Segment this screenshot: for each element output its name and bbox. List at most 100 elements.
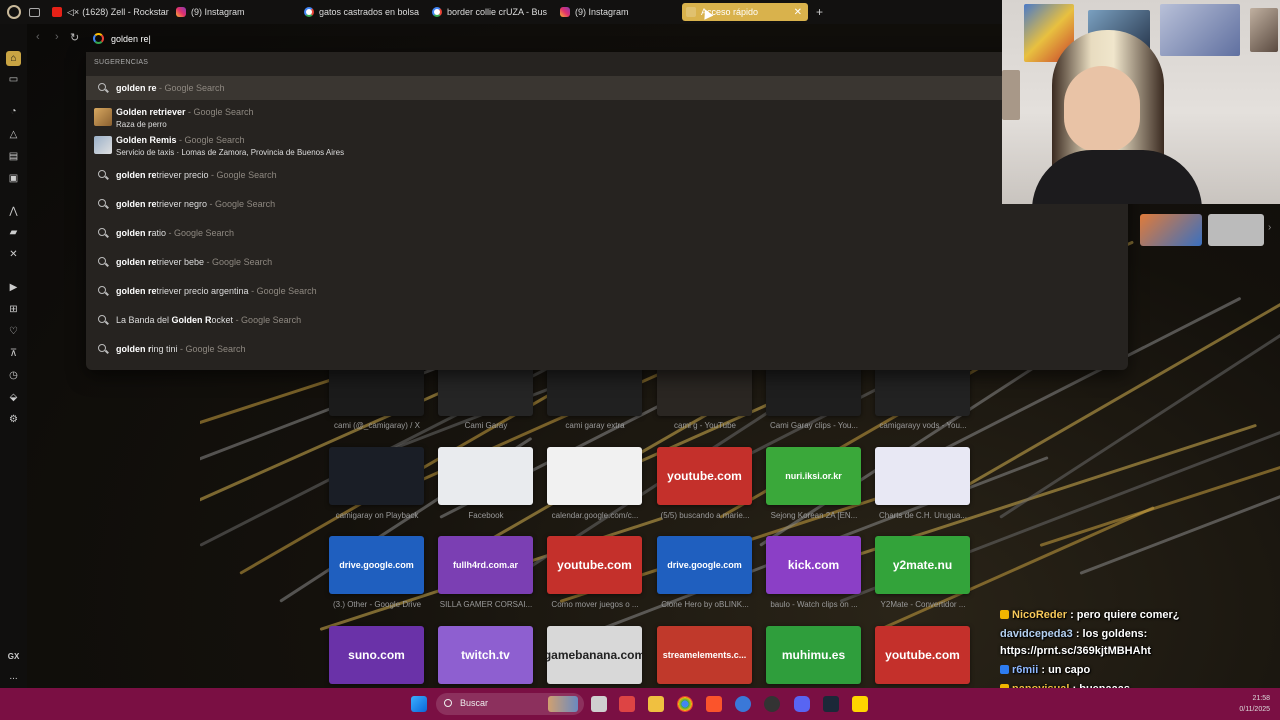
tile-label[interactable]: (5/5) buscando a marie... (655, 511, 755, 520)
suggestion-item[interactable]: La Banda del Golden Rocket - Google Sear… (86, 308, 1128, 332)
speed-dial-tile[interactable]: suno.com (329, 626, 424, 684)
favorites-heart-icon[interactable]: ♡ (7, 325, 20, 338)
mods-icon[interactable]: ▣ (7, 172, 20, 185)
new-tab-button[interactable]: + (816, 5, 823, 19)
tile-label[interactable]: (3.) Other - Google Drive (327, 600, 427, 609)
tile-label[interactable]: Cami Garay clips - You... (764, 421, 864, 430)
tile-label[interactable]: SILLA GAMER CORSAI... (436, 600, 536, 609)
suggestion-text: golden retriever negro - Google Search (116, 199, 275, 209)
speed-dial-tile[interactable]: twitch.tv (438, 626, 533, 684)
speed-dial-tile[interactable] (875, 447, 970, 505)
tile-label[interactable]: Cami Garay (436, 421, 536, 430)
tile-label[interactable]: Y2Mate - Convertidor ... (873, 600, 973, 609)
tile-label[interactable]: cami g - YouTube (655, 421, 755, 430)
suggestion-item[interactable]: Golden Remis - Google Search Servicio de … (86, 132, 1128, 160)
app-icon[interactable] (852, 696, 868, 712)
tab-instagram-2[interactable]: (9) Instagram (556, 3, 676, 21)
speed-dial-tile[interactable]: streamelements.c... (657, 626, 752, 684)
system-clock[interactable]: 21:58 0/11/2025 (1230, 693, 1270, 715)
cleaner-icon[interactable]: △ (7, 128, 20, 141)
suggestion-item[interactable]: Golden retriever - Google Search Raza de … (86, 104, 1128, 132)
tile-label[interactable]: camigarayy vods - You... (873, 421, 973, 430)
suggestion-item[interactable]: golden retriever precio - Google Search (86, 163, 1128, 187)
mute-icon[interactable]: ◁× (67, 7, 79, 18)
extensions-icon[interactable]: ⊞ (7, 303, 20, 316)
tab-instagram[interactable]: (9) Instagram (172, 3, 300, 21)
gamepad-icon[interactable]: ▭ (7, 73, 20, 86)
speed-dial-tile[interactable]: gamebanana.com (547, 626, 642, 684)
tile-label[interactable]: camigaray on Playback (327, 511, 427, 520)
suggestion-item[interactable]: golden re - Google Search (86, 76, 1128, 100)
chevron-right-icon[interactable]: › (1268, 222, 1271, 233)
reload-icon[interactable]: ↻ (70, 31, 79, 44)
workspaces-icon[interactable] (29, 7, 40, 17)
suggestion-item[interactable]: golden retriever negro - Google Search (86, 192, 1128, 216)
speed-dial-tile[interactable]: nuri.iksi.or.kr (766, 447, 861, 505)
player-icon[interactable]: ▶ (7, 281, 20, 294)
tile-label[interactable]: cami garay extra (545, 421, 645, 430)
obs-icon[interactable] (764, 696, 780, 712)
news-icon[interactable]: ▤ (7, 150, 20, 163)
x-twitter-icon[interactable]: ✕ (7, 248, 20, 261)
speed-dial-tile[interactable] (438, 447, 533, 505)
aria-icon[interactable]: ⋀ (7, 205, 20, 218)
speed-dial-tile[interactable]: youtube.com (875, 626, 970, 684)
forward-icon[interactable]: › (55, 31, 59, 43)
settings-gear-icon[interactable]: ⚙ (7, 413, 20, 426)
speed-dial-tile[interactable]: youtube.com (547, 536, 642, 594)
windows-start-icon[interactable] (411, 696, 427, 712)
twitch-icon[interactable]: ▰ (7, 226, 20, 239)
discord-icon[interactable] (794, 696, 810, 712)
tile-label[interactable]: baulo - Watch clips on ... (764, 600, 864, 609)
speed-dial-tile[interactable]: muhimu.es (766, 626, 861, 684)
tile-label[interactable]: cami (@_camigaray) / X (327, 421, 427, 430)
gx-corner-label[interactable]: GX (7, 650, 20, 663)
speed-dial-tile[interactable]: fullh4rd.com.ar (438, 536, 533, 594)
suggestion-item[interactable]: golden retriever precio argentina - Goog… (86, 279, 1128, 303)
address-input[interactable] (111, 30, 991, 48)
brave-icon[interactable] (706, 696, 722, 712)
tile-label[interactable]: Sejong Korean 2A [EN... (764, 511, 864, 520)
steam-icon[interactable] (823, 696, 839, 712)
tile-label[interactable]: Facebook (436, 511, 536, 520)
speed-dial-tile[interactable] (547, 447, 642, 505)
speed-dial-tile[interactable]: drive.google.com (329, 536, 424, 594)
back-icon[interactable]: ‹ (36, 31, 40, 43)
more-options[interactable]: ... (7, 670, 20, 683)
speed-dial-tile[interactable]: y2mate.nu (875, 536, 970, 594)
suggestion-item[interactable]: golden ratio - Google Search (86, 221, 1128, 245)
speed-dial-tile[interactable] (329, 447, 424, 505)
suggestion-completion: triever negro (156, 199, 208, 209)
chrome-icon[interactable] (677, 696, 693, 712)
tile-label[interactable]: Clone Hero by oBLINK... (655, 600, 755, 609)
home-icon[interactable]: ⌂ (6, 51, 21, 66)
speed-dial-tile[interactable]: youtube.com (657, 447, 752, 505)
downloads-icon[interactable]: ⬙ (7, 391, 20, 404)
pin-icon[interactable]: ⊼ (7, 347, 20, 360)
taskbar-search[interactable]: Buscar (436, 693, 584, 715)
suggestions-header: SUGERENCIAS (94, 59, 149, 66)
tile-label[interactable]: Como mover juegos o ... (545, 600, 645, 609)
tab-google-collie[interactable]: border collie crUZA - Bus (428, 3, 556, 21)
suggestion-text: golden ring tini - Google Search (116, 344, 246, 354)
chat-badge-icon (1000, 610, 1009, 619)
tile-label[interactable]: Charts de C.H. Urugua... (873, 511, 973, 520)
thumbnail[interactable] (1140, 214, 1202, 246)
opera-gx-taskbar-icon[interactable] (619, 696, 635, 712)
ccleaner-icon[interactable] (735, 696, 751, 712)
gx-control-icon[interactable]: ◔ (7, 105, 20, 118)
history-clock-icon[interactable]: ◷ (7, 369, 20, 382)
search-icon (98, 344, 106, 352)
tile-label[interactable]: calendar.google.com/c... (545, 511, 645, 520)
speed-dial-tile[interactable]: kick.com (766, 536, 861, 594)
skull-thumbnail[interactable] (1208, 214, 1264, 246)
tab-google-gatos[interactable]: gatos castrados en bolsa (300, 3, 428, 21)
tab-youtube[interactable]: ◁× (1628) Zell - Rockstar (48, 3, 172, 21)
task-view-icon[interactable] (591, 696, 607, 712)
speed-dial-tile[interactable]: drive.google.com (657, 536, 752, 594)
file-explorer-icon[interactable] (648, 696, 664, 712)
opera-gx-logo-icon[interactable] (7, 5, 21, 19)
close-icon[interactable]: ✕ (794, 7, 802, 18)
suggestion-item[interactable]: golden retriever bebe - Google Search (86, 250, 1128, 274)
suggestion-item[interactable]: golden ring tini - Google Search (86, 337, 1128, 361)
